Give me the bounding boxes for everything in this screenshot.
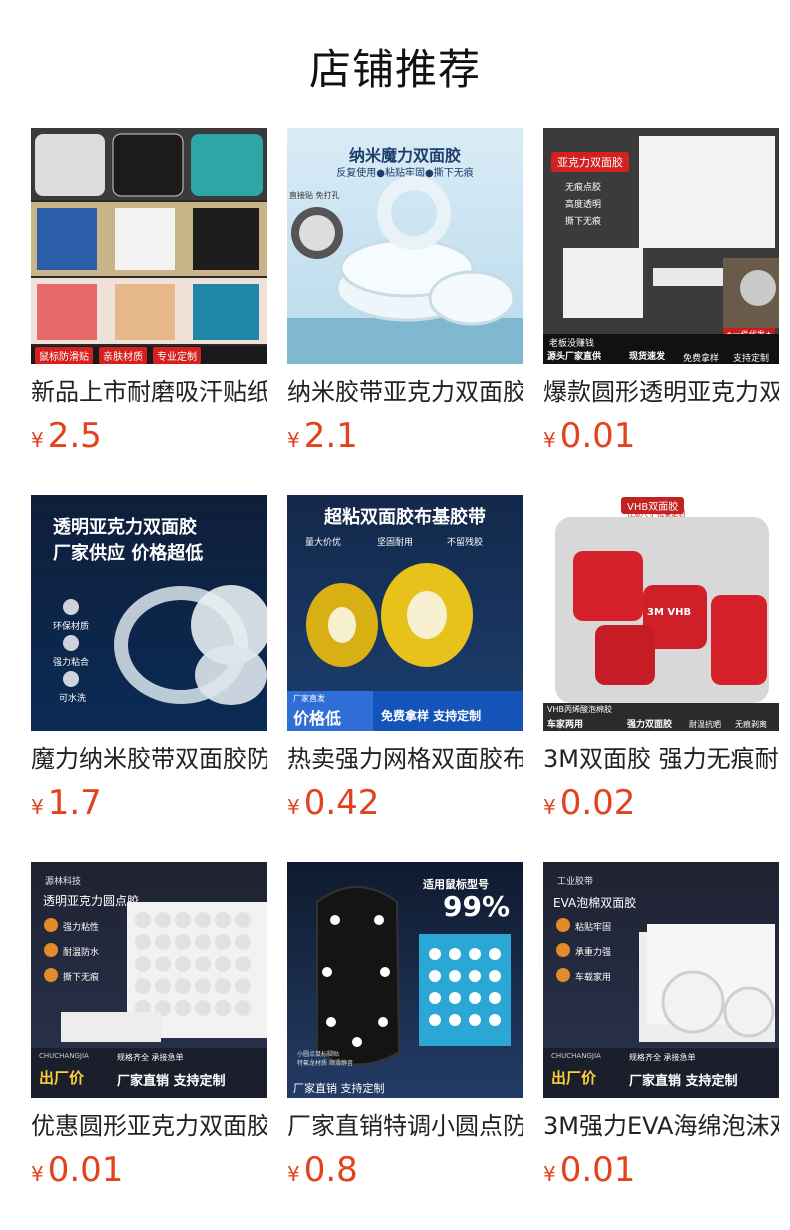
image-footer: 厂家直销 支持定制 (293, 1082, 385, 1095)
product-name[interactable]: 纳米胶带亚克力双面胶 (287, 375, 523, 409)
currency-symbol: ¥ (31, 1162, 44, 1186)
price-value: 0.01 (47, 1150, 124, 1190)
product-name[interactable]: 魔力纳米胶带双面胶防水 (31, 742, 267, 776)
product-card[interactable]: 透明亚克力双面胶 厂家供应 价格超低 环保材质 强力粘合 可水洗 魔力纳米胶带双… (31, 495, 267, 823)
product-card[interactable]: 纳米魔力双面胶 反复使用●粘贴牢固●撕下无痕 直接贴 免打孔 纳米胶带亚克力双面… (287, 128, 523, 456)
product-price: ¥2.5 (31, 416, 267, 456)
product-price: ¥0.01 (31, 1150, 267, 1190)
badge: 鼠标防滑贴 (35, 346, 93, 364)
product-price: ¥0.42 (287, 783, 523, 823)
product-name[interactable]: 爆款圆形透明亚克力双面胶 (543, 375, 779, 409)
page-title: 店铺推荐 (308, 45, 481, 94)
image-point: 车载家用 (575, 973, 612, 983)
image-point: 可水洗 (59, 694, 87, 704)
image-footer: VHB丙烯酸泡棉胶 车家两用 强力双面胶 耐温抗晒 无痕剥离 (543, 703, 779, 731)
image-point: 环保材质 (53, 622, 90, 632)
product-price: ¥0.02 (543, 783, 779, 823)
badge: 专业定制 (153, 346, 201, 364)
image-footer-big: 出厂价 (39, 1069, 85, 1087)
image-footer-big: 出厂价 (551, 1069, 597, 1087)
image-brand: 3M VHB (647, 607, 692, 618)
price-value: 0.8 (303, 1150, 358, 1190)
image-point: 粘贴牢固 (575, 923, 612, 933)
image-title: 亚克力双面胶 (551, 152, 629, 172)
product-card[interactable]: 工业胶带 EVA泡棉双面胶 粘贴牢固 承重力强 车载家用 CHUCHANGJIA… (543, 862, 779, 1190)
currency-symbol: ¥ (543, 795, 556, 819)
product-price: ¥0.01 (543, 1150, 779, 1190)
product-image[interactable]: 亚克力双面胶 无痕点胶 高度透明 撕下无痕 ★一件代发★ 老板没赚钱 源头厂家直… (543, 128, 779, 364)
image-footer-small: 厂家直发 (293, 694, 325, 703)
image-footer: 老板没赚钱 源头厂家直供 现货速发 免费拿样 支持定制 (543, 334, 779, 364)
product-price: ¥0.8 (287, 1150, 523, 1190)
price-value: 0.01 (559, 416, 636, 456)
product-name[interactable]: 3M双面胶 强力无痕耐高温 (543, 742, 779, 776)
currency-symbol: ¥ (287, 428, 300, 452)
price-value: 2.5 (47, 416, 102, 456)
image-point: 强力粘性 (63, 923, 100, 933)
image-footer-right: 厂家直销 支持定制 (629, 1074, 738, 1089)
image-point: 强力粘合 (53, 658, 90, 668)
product-image[interactable]: VHB双面胶 任意尺寸 批量定制 3M VHB VHB丙烯酸泡棉胶 车家两用 强… (543, 495, 779, 731)
image-points: 无痕点胶 高度透明 撕下无痕 (565, 183, 602, 227)
product-name[interactable]: 热卖强力网格双面胶布基胶带 (287, 742, 523, 776)
product-image[interactable]: 源林科技 透明亚克力圆点胶 强力粘性 耐温防水 撕下无痕 CHUCHANGJIA… (31, 862, 267, 1098)
product-price: ¥0.01 (543, 416, 779, 456)
image-footer-top: 规格齐全 承接急单 (629, 1053, 696, 1062)
image-point: 撕下无痕 (63, 973, 100, 983)
product-image[interactable]: 超粘双面胶布基胶带 量大价优 坚固耐用 不留残胶 厂家直发 价格低 免费拿样 支… (287, 495, 523, 731)
product-card[interactable]: VHB双面胶 任意尺寸 批量定制 3M VHB VHB丙烯酸泡棉胶 车家两用 强… (543, 495, 779, 823)
currency-symbol: ¥ (543, 428, 556, 452)
product-image[interactable]: 透明亚克力双面胶 厂家供应 价格超低 环保材质 强力粘合 可水洗 (31, 495, 267, 731)
currency-symbol: ¥ (31, 428, 44, 452)
image-footer-right: 厂家直销 支持定制 (117, 1074, 226, 1089)
product-name[interactable]: 优惠圆形亚克力双面胶贴 (31, 1109, 267, 1143)
price-value: 2.1 (303, 416, 358, 456)
product-image[interactable]: 纳米魔力双面胶 反复使用●粘贴牢固●撕下无痕 直接贴 免打孔 (287, 128, 523, 364)
badge: 亲肤材质 (99, 346, 147, 364)
product-name[interactable]: 新品上市耐磨吸汗贴纸 (31, 375, 267, 409)
product-price: ¥1.7 (31, 783, 267, 823)
image-footer-right: 免费拿样 支持定制 (381, 709, 482, 723)
image-footer-top: 规格齐全 承接急单 (117, 1053, 184, 1062)
currency-symbol: ¥ (287, 1162, 300, 1186)
product-card[interactable]: 超粘双面胶布基胶带 量大价优 坚固耐用 不留残胶 厂家直发 价格低 免费拿样 支… (287, 495, 523, 823)
price-value: 1.7 (47, 783, 102, 823)
image-small-text: 小圆点鼠标脚贴 特氟龙材质 顺滑静音 (297, 1051, 353, 1067)
product-card[interactable]: 源林科技 透明亚克力圆点胶 强力粘性 耐温防水 撕下无痕 CHUCHANGJIA… (31, 862, 267, 1190)
product-card[interactable]: 鼠标防滑贴 亲肤材质 专业定制 新品上市耐磨吸汗贴纸 ¥2.5 (31, 128, 267, 456)
product-name[interactable]: 3M强力EVA海绵泡沫双面胶 (543, 1109, 779, 1143)
image-footer-big: 价格低 (293, 709, 342, 728)
image-footer-top: CHUCHANGJIA (551, 1052, 601, 1060)
product-image[interactable]: 鼠标防滑贴 亲肤材质 专业定制 (31, 128, 267, 364)
currency-symbol: ¥ (287, 795, 300, 819)
image-footer-top: CHUCHANGJIA (39, 1052, 89, 1060)
price-value: 0.02 (559, 783, 636, 823)
currency-symbol: ¥ (543, 1162, 556, 1186)
product-name[interactable]: 厂家直销特调小圆点防滑贴 (287, 1109, 523, 1143)
product-card[interactable]: 亚克力双面胶 无痕点胶 高度透明 撕下无痕 ★一件代发★ 老板没赚钱 源头厂家直… (543, 128, 779, 456)
product-image[interactable]: 工业胶带 EVA泡棉双面胶 粘贴牢固 承重力强 车载家用 CHUCHANGJIA… (543, 862, 779, 1098)
currency-symbol: ¥ (31, 795, 44, 819)
product-card[interactable]: 适用鼠标型号 99% 小圆点鼠标脚贴 特氟龙材质 顺滑静音 厂家直销 支持定制 … (287, 862, 523, 1190)
product-image[interactable]: 适用鼠标型号 99% 小圆点鼠标脚贴 特氟龙材质 顺滑静音 厂家直销 支持定制 (287, 862, 523, 1098)
price-value: 0.42 (303, 783, 380, 823)
product-price: ¥2.1 (287, 416, 523, 456)
image-point: 耐温防水 (63, 948, 100, 958)
image-point: 承重力强 (575, 948, 612, 958)
price-value: 0.01 (559, 1150, 636, 1190)
